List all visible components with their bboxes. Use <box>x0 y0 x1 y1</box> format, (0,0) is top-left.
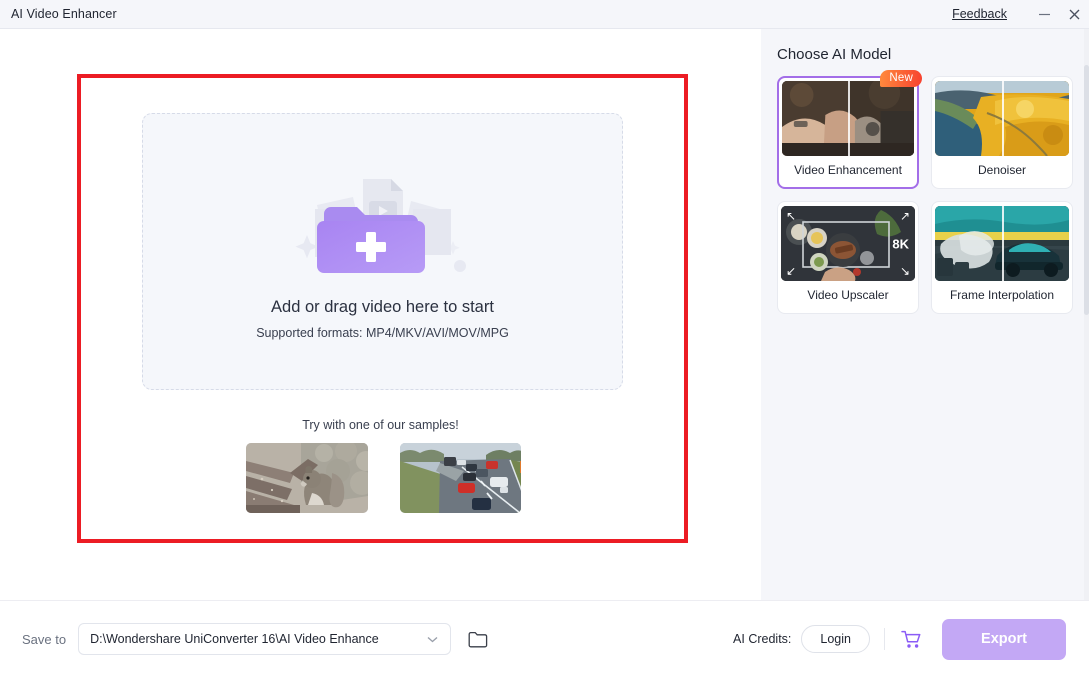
model-card-label: Video Enhancement <box>794 163 902 177</box>
window-title: AI Video Enhancer <box>11 7 117 21</box>
before-after-divider <box>1002 206 1004 281</box>
model-thumbnail-video-enhancement <box>782 81 914 156</box>
bottom-toolbar-right: AI Credits: Login Export <box>733 618 1066 660</box>
model-thumbnail-video-upscaler: ↖ ↗ ↙ ↘ 8K <box>781 206 915 281</box>
panel-title: Choose AI Model <box>777 46 892 63</box>
feedback-link[interactable]: Feedback <box>952 7 1007 21</box>
toolbar-divider <box>884 628 885 650</box>
new-badge: New <box>880 70 922 87</box>
folder-icon <box>468 631 488 647</box>
video-drop-zone[interactable]: Add or drag video here to start Supporte… <box>142 113 623 390</box>
drop-zone-title: Add or drag video here to start <box>271 298 494 316</box>
squirrel-on-bench-sample <box>246 443 368 513</box>
model-thumbnail-denoiser <box>935 81 1069 156</box>
close-icon <box>1069 9 1079 19</box>
model-card-frame-interpolation[interactable]: Frame Interpolation <box>931 201 1073 314</box>
title-bar: AI Video Enhancer Feedback <box>0 0 1089 29</box>
ai-credits-label: AI Credits: <box>733 632 792 646</box>
save-to-label: Save to <box>22 631 67 647</box>
model-card-label: Denoiser <box>977 163 1027 177</box>
open-folder-button[interactable] <box>466 627 490 651</box>
ai-video-enhancer-window: AI Video Enhancer Feedback Add or drag v… <box>0 0 1089 677</box>
model-card-denoiser[interactable]: Denoiser <box>931 76 1073 189</box>
model-card-label: Video Upscaler <box>807 288 889 302</box>
vertical-scrollbar-thumb[interactable] <box>1084 65 1089 315</box>
before-after-divider <box>848 81 850 156</box>
ai-model-panel: Choose AI Model New Video Enhancement De… <box>761 29 1089 600</box>
arrow-up-left-icon: ↖ <box>786 209 797 223</box>
close-button[interactable] <box>1059 0 1089 29</box>
highway-traffic-sample <box>399 443 521 513</box>
minimize-button[interactable] <box>1029 0 1059 29</box>
model-thumbnail-frame-interpolation <box>935 206 1069 281</box>
samples-row <box>246 443 521 513</box>
drop-zone-subtitle: Supported formats: MP4/MKV/AVI/MOV/MPG <box>256 326 509 340</box>
vertical-scrollbar-track[interactable] <box>1084 29 1089 600</box>
main-content-area: Add or drag video here to start Supporte… <box>0 29 761 600</box>
before-after-divider <box>1002 81 1004 156</box>
model-card-video-upscaler[interactable]: ↖ ↗ ↙ ↘ 8K Video Upscaler <box>777 201 919 314</box>
resolution-badge-8k: 8K <box>892 236 909 251</box>
sample-thumbnail-squirrel[interactable] <box>246 443 368 513</box>
folder-plus-icon <box>293 169 473 284</box>
shopping-cart-icon <box>900 630 920 648</box>
arrow-down-left-icon: ↙ <box>786 264 797 278</box>
model-card-label: Frame Interpolation <box>949 288 1055 302</box>
save-path-select[interactable]: D:\Wondershare UniConverter 16\AI Video … <box>78 623 452 655</box>
shopping-cart-button[interactable] <box>899 627 923 651</box>
samples-label: Try with one of our samples! <box>302 418 459 432</box>
bottom-toolbar: Save to D:\Wondershare UniConverter 16\A… <box>0 600 1089 677</box>
sample-thumbnail-highway[interactable] <box>399 443 521 513</box>
minimize-icon <box>1038 13 1050 15</box>
arrow-up-right-icon: ↗ <box>899 209 910 223</box>
model-card-video-enhancement[interactable]: New Video Enhancement <box>777 70 922 189</box>
export-button[interactable]: Export <box>942 618 1066 660</box>
title-bar-controls: Feedback <box>952 0 1089 29</box>
login-button[interactable]: Login <box>801 625 870 653</box>
model-card-grid: New Video Enhancement Denoiser ↖ ↗ ↙ ↘ 8… <box>777 70 1073 314</box>
arrow-down-right-icon: ↘ <box>899 264 910 278</box>
save-path-value: D:\Wondershare UniConverter 16\AI Video … <box>90 632 379 646</box>
chevron-down-icon <box>427 630 438 648</box>
